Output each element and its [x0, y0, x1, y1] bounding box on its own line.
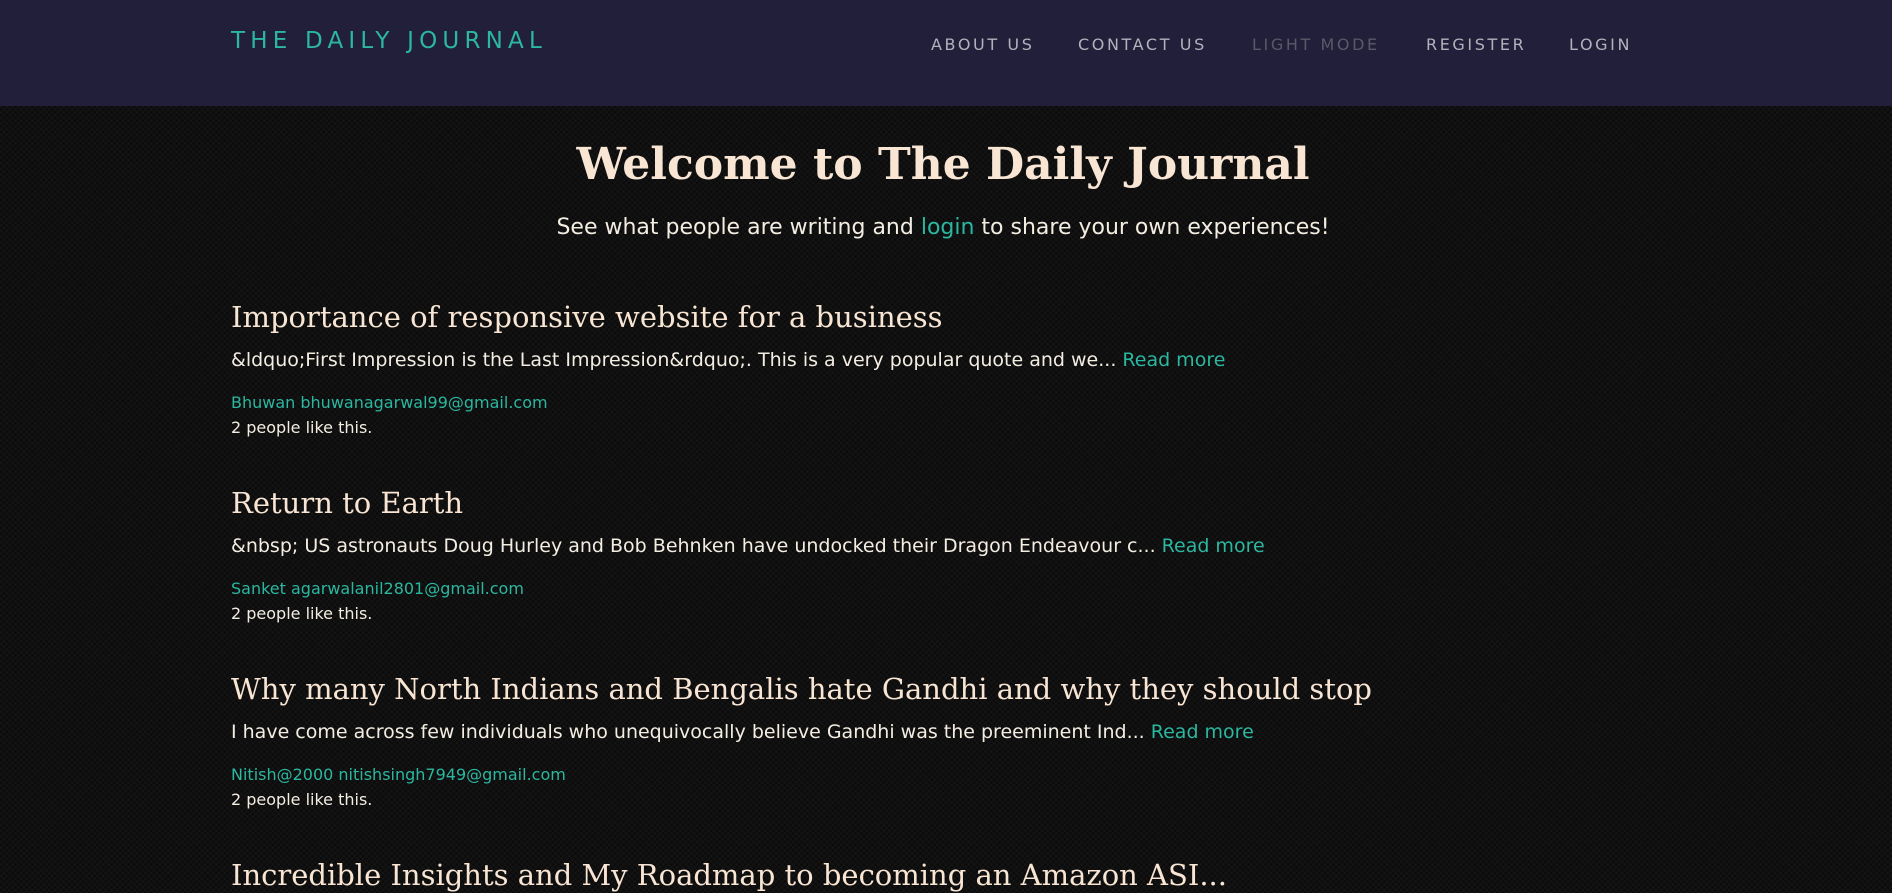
read-more-link[interactable]: Read more	[1162, 535, 1265, 557]
page-title: Welcome to The Daily Journal	[576, 139, 1310, 190]
post-author[interactable]: Sanket agarwalanil2801@gmail.com	[231, 579, 524, 598]
post-author[interactable]: Bhuwan bhuwanagarwal99@gmail.com	[231, 393, 548, 412]
post-title[interactable]: Return to Earth	[231, 486, 463, 520]
post-likes: 2 people like this.	[231, 790, 373, 809]
post-title[interactable]: Importance of responsive website for a b…	[231, 300, 943, 334]
nav-about-us[interactable]: ABOUT US	[931, 35, 1034, 54]
read-more-link[interactable]: Read more	[1122, 349, 1225, 371]
nav-light-mode-toggle[interactable]: LIGHT MODE	[1252, 35, 1380, 54]
nav-links: ABOUT US CONTACT US LIGHT MODE REGISTER …	[0, 35, 1892, 57]
page-subtitle: See what people are writing and login to…	[0, 215, 1886, 240]
post-title[interactable]: Why many North Indians and Bengalis hate…	[231, 672, 1372, 706]
post-likes: 2 people like this.	[231, 604, 373, 623]
subtitle-text-after: to share your own experiences!	[974, 215, 1330, 240]
post-author[interactable]: Nitish@2000 nitishsingh7949@gmail.com	[231, 765, 566, 784]
nav-register[interactable]: REGISTER	[1426, 35, 1526, 54]
nav-contact-us[interactable]: CONTACT US	[1078, 35, 1207, 54]
navbar: THE DAILY JOURNAL ABOUT US CONTACT US LI…	[0, 0, 1892, 106]
subtitle-login-link[interactable]: login	[921, 215, 975, 240]
read-more-link[interactable]: Read more	[1151, 721, 1254, 743]
post-excerpt-text: I have come across few individuals who u…	[231, 721, 1145, 743]
subtitle-text-before: See what people are writing and	[556, 215, 921, 240]
post-excerpt: I have come across few individuals who u…	[231, 721, 1254, 743]
post-excerpt: &nbsp; US astronauts Doug Hurley and Bob…	[231, 535, 1265, 557]
post-excerpt-text: &nbsp; US astronauts Doug Hurley and Bob…	[231, 535, 1156, 557]
post-likes: 2 people like this.	[231, 418, 373, 437]
post-title[interactable]: Incredible Insights and My Roadmap to be…	[231, 858, 1227, 892]
nav-login[interactable]: LOGIN	[1569, 35, 1632, 54]
post-excerpt: &ldquo;First Impression is the Last Impr…	[231, 349, 1225, 371]
post-excerpt-text: &ldquo;First Impression is the Last Impr…	[231, 349, 1117, 371]
